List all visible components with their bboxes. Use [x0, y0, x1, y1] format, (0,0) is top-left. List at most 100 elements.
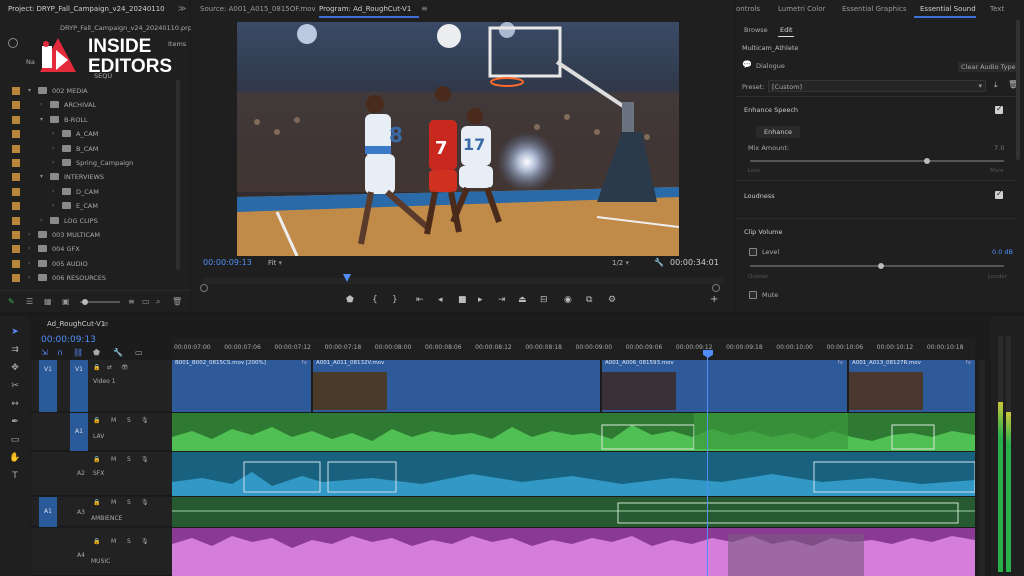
mute-checkbox[interactable] — [749, 291, 757, 299]
subtab-edit[interactable]: Edit — [780, 26, 793, 34]
preset-dropdown[interactable]: [Custom] ▾ — [768, 80, 986, 92]
folder-new-icon[interactable]: ▭ — [142, 297, 150, 306]
project-bin-row[interactable]: › E_CAM — [0, 199, 178, 213]
search-icon[interactable] — [8, 38, 18, 48]
disclosure-triangle-icon[interactable]: ▾ — [40, 113, 43, 127]
source-patch-a1[interactable]: A1 — [39, 497, 57, 527]
track-target-a1[interactable]: A1 — [70, 413, 88, 451]
track-lock-icon[interactable]: 🔒 — [93, 364, 100, 371]
track-lock-icon[interactable]: 🔒 — [93, 499, 100, 506]
project-bin-row[interactable]: ▾ INTERVIEWS — [0, 170, 178, 184]
stop-icon[interactable]: ■ — [458, 295, 467, 305]
sync-lock-icon[interactable]: ⇄ — [107, 364, 112, 371]
snap-icon[interactable]: ∩ — [57, 348, 63, 357]
disclosure-triangle-icon[interactable]: ▾ — [40, 170, 43, 184]
disclosure-triangle-icon[interactable]: › — [28, 271, 30, 285]
scrubber-start-handle[interactable] — [200, 284, 208, 292]
track-lane-a3[interactable] — [172, 497, 975, 527]
mark-out-icon[interactable]: } — [392, 295, 398, 305]
loudness-checkbox[interactable] — [995, 189, 1003, 199]
video-clip[interactable]: A001_A011_08132V.mov — [313, 360, 601, 412]
disclosure-triangle-icon[interactable]: › — [40, 98, 42, 112]
disclosure-triangle-icon[interactable]: › — [28, 242, 30, 256]
captions-icon[interactable]: ▭ — [135, 348, 143, 357]
go-to-in-icon[interactable]: ⇤ — [416, 295, 424, 305]
enhance-speech-checkbox[interactable] — [995, 104, 1003, 114]
essential-scrollbar[interactable] — [1016, 20, 1020, 160]
hand-tool-icon[interactable]: ✋ — [9, 452, 21, 464]
disclosure-triangle-icon[interactable]: › — [52, 199, 54, 213]
disclosure-triangle-icon[interactable]: › — [40, 214, 42, 228]
project-bin-row[interactable]: › ARCHIVAL — [0, 98, 178, 112]
project-tab[interactable]: Project: DRYP_Fall_Campaign_v24_20240110 — [8, 0, 165, 18]
scrubber-end-handle[interactable] — [712, 284, 720, 292]
microphone-icon[interactable]: 🎙 — [141, 456, 149, 463]
project-bin-row[interactable]: › D_CAM — [0, 185, 178, 199]
lift-icon[interactable]: ⏏ — [518, 295, 527, 305]
project-bin-row[interactable]: › 004 GFX — [0, 242, 178, 256]
track-lane-a1[interactable] — [172, 413, 975, 451]
microphone-icon[interactable]: 🎙 — [141, 417, 149, 424]
comparison-view-icon[interactable]: ⧉ — [586, 295, 592, 305]
project-bin-row[interactable]: › B_CAM — [0, 142, 178, 156]
project-bin-row[interactable]: › 003 MULTICAM — [0, 228, 178, 242]
microphone-icon[interactable]: 🎙 — [141, 538, 149, 545]
type-tool-icon[interactable]: T — [9, 470, 21, 482]
project-bin-row[interactable]: ▾ 002 MEDIA — [0, 84, 178, 98]
add-button-icon[interactable]: + — [710, 294, 718, 305]
program-scrubber[interactable] — [203, 274, 723, 284]
settings-icon[interactable]: ⚙ — [608, 295, 616, 305]
track-select-tool-icon[interactable]: ⇉ — [9, 344, 21, 356]
selection-tool-icon[interactable]: ➤ — [9, 326, 21, 338]
disclosure-triangle-icon[interactable]: › — [28, 257, 30, 271]
icon-view-icon[interactable]: ▦ — [44, 297, 52, 306]
solo-toggle[interactable]: S — [127, 538, 131, 545]
source-patch-v1[interactable]: V1 — [39, 360, 57, 412]
project-bin-row[interactable]: › LOG CLIPS — [0, 214, 178, 228]
mix-amount-slider[interactable] — [750, 158, 1004, 164]
linked-selection-icon[interactable]: ⛓ — [73, 348, 83, 357]
track-lane-a2[interactable] — [172, 452, 975, 496]
extract-icon[interactable]: ⊟ — [540, 295, 548, 305]
tab-effect-controls[interactable]: ontrols — [736, 0, 760, 18]
disclosure-triangle-icon[interactable]: › — [52, 127, 54, 141]
slip-tool-icon[interactable]: ↔ — [9, 398, 21, 410]
mute-toggle[interactable]: M — [111, 456, 116, 463]
step-forward-icon[interactable]: ▸ — [478, 295, 483, 305]
resolution-dropdown[interactable]: 1/2 ▾ — [612, 259, 629, 267]
razor-tool-icon[interactable]: ✂ — [9, 380, 21, 392]
timeline-settings-icon[interactable]: 🔧 — [113, 348, 123, 357]
export-frame-icon[interactable]: ◉ — [564, 295, 572, 305]
source-tab[interactable]: Source: A001_A015_0815OF.mov — [200, 0, 316, 18]
nest-icon[interactable]: ⇲ — [41, 348, 48, 357]
marker-icon[interactable]: ⬟ — [346, 295, 354, 305]
ripple-edit-tool-icon[interactable]: ✥ — [9, 362, 21, 374]
program-menu-icon[interactable]: ≡ — [421, 4, 428, 13]
rectangle-tool-icon[interactable]: ▭ — [9, 434, 21, 446]
solo-toggle[interactable]: S — [127, 456, 131, 463]
name-column-header[interactable]: Na — [26, 58, 35, 66]
subtab-browse[interactable]: Browse — [744, 26, 768, 34]
video-clip[interactable]: B001_B002_0815CS.mov [200%] fx — [172, 360, 312, 412]
wrench-icon[interactable]: 🔧 — [654, 258, 664, 267]
trash-icon[interactable]: 🗑 — [172, 297, 182, 306]
project-bin-row[interactable]: › 006 RESOURCES — [0, 271, 178, 285]
list-view-icon[interactable]: ☰ — [26, 297, 33, 306]
mute-toggle[interactable]: M — [111, 538, 116, 545]
save-preset-icon[interactable]: ⤓ — [994, 80, 998, 90]
tab-essential-graphics[interactable]: Essential Graphics — [842, 0, 907, 18]
program-timecode[interactable]: 00:00:09:13 — [203, 258, 252, 267]
sort-icon[interactable]: ≡ — [128, 297, 135, 306]
track-lock-icon[interactable]: 🔒 — [93, 538, 100, 545]
level-slider[interactable] — [750, 263, 1004, 269]
video-clip[interactable]: A001_A006_081593.mov fx — [602, 360, 848, 412]
project-scrollbar[interactable] — [176, 80, 180, 270]
timeline-timecode[interactable]: 00:00:09:13 — [41, 335, 96, 345]
pen-tool-icon[interactable]: ✒ — [9, 416, 21, 428]
disclosure-triangle-icon[interactable]: › — [52, 185, 54, 199]
disclosure-triangle-icon[interactable]: ▾ — [28, 84, 31, 98]
project-bin-row[interactable]: ▾ B-ROLL — [0, 113, 178, 127]
mark-in-icon[interactable]: { — [372, 295, 378, 305]
search-small-icon[interactable]: ⌕ — [156, 297, 160, 307]
solo-toggle[interactable]: S — [127, 417, 131, 424]
